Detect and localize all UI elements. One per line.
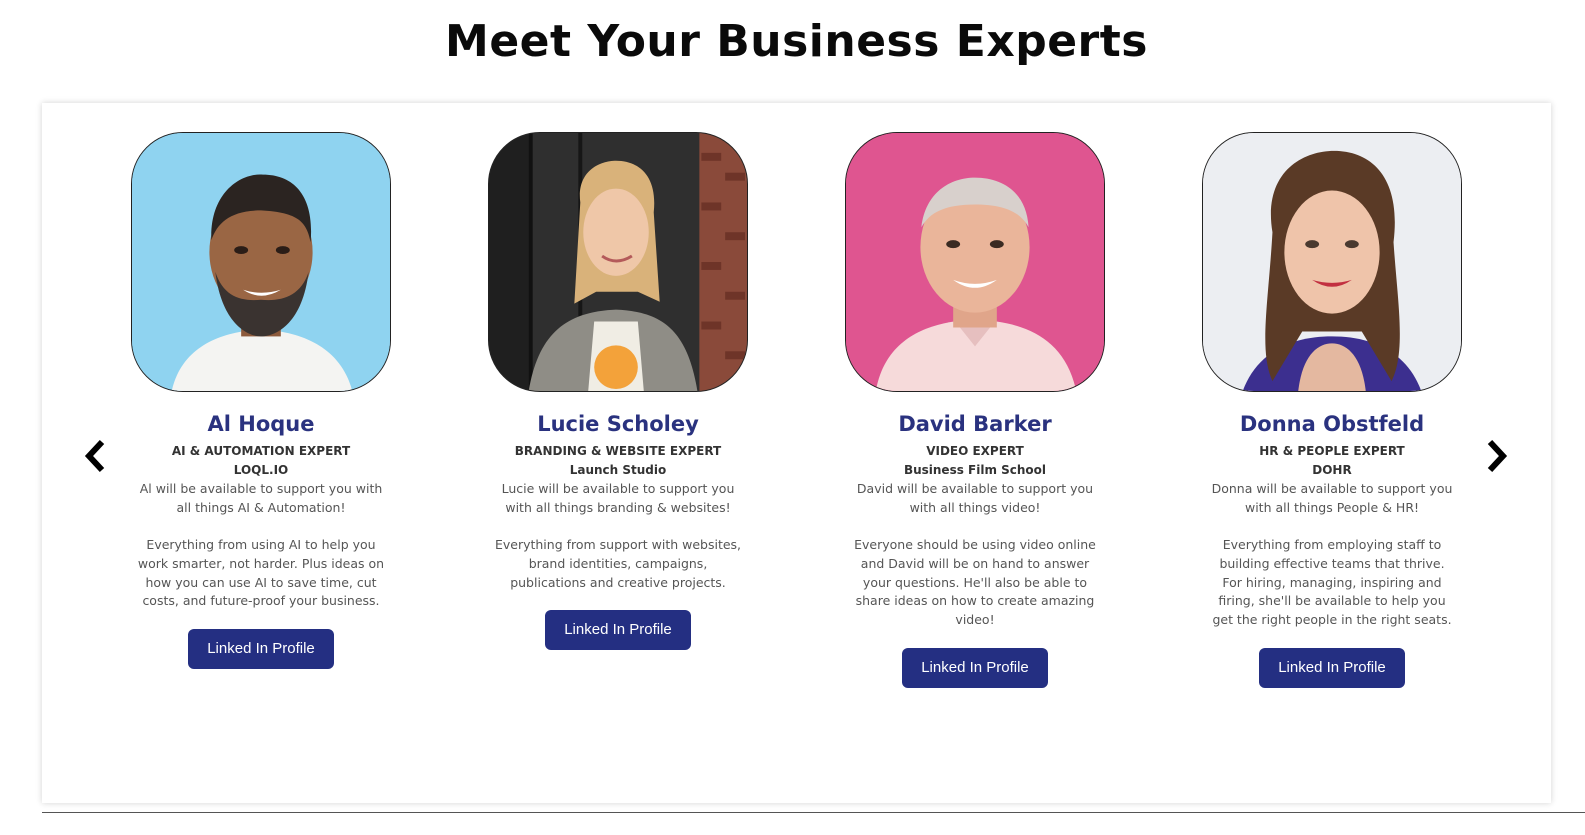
linkedin-profile-button[interactable]: Linked In Profile — [902, 647, 1048, 688]
linkedin-profile-button[interactable]: Linked In Profile — [188, 628, 334, 669]
portrait-image — [132, 133, 390, 391]
expert-role: AI & AUTOMATION EXPERT — [171, 444, 351, 458]
expert-photo — [1202, 132, 1462, 392]
expert-intro: Donna will be available to support you w… — [1211, 481, 1453, 515]
expert-intro: Al will be available to support you with… — [139, 481, 383, 515]
expert-name: Lucie Scholey — [537, 412, 699, 436]
carousel-prev-button[interactable] — [78, 436, 112, 476]
expert-description: Lucie will be available to support you w… — [494, 480, 742, 592]
portrait-image — [1203, 133, 1461, 391]
portrait-image — [489, 133, 747, 391]
expert-card-al-hoque: Al Hoque AI & AUTOMATION EXPERT LOQL.IO … — [111, 132, 411, 669]
expert-company: Business Film School — [903, 463, 1047, 477]
expert-description: Al will be available to support you with… — [137, 480, 385, 611]
linkedin-profile-button[interactable]: Linked In Profile — [545, 610, 691, 651]
expert-card-david-barker: David Barker VIDEO EXPERT Business Film … — [825, 132, 1125, 688]
expert-intro: Lucie will be available to support you w… — [501, 481, 735, 515]
expert-company: Launch Studio — [569, 463, 667, 477]
expert-name: Al Hoque — [207, 412, 315, 436]
chevron-right-icon — [1487, 439, 1508, 473]
experts-carousel: Al Hoque AI & AUTOMATION EXPERT LOQL.IO … — [42, 103, 1551, 803]
expert-role: BRANDING & WEBSITE EXPERT — [514, 444, 722, 458]
expert-company: DOHR — [1312, 463, 1352, 477]
expert-role: VIDEO EXPERT — [926, 444, 1024, 458]
expert-name: David Barker — [898, 412, 1052, 436]
linkedin-profile-button[interactable]: Linked In Profile — [1259, 647, 1405, 688]
expert-photo — [131, 132, 391, 392]
expert-description: David will be available to support you w… — [851, 480, 1099, 630]
expert-description: Donna will be available to support you w… — [1208, 480, 1456, 630]
expert-intro: David will be available to support you w… — [856, 481, 1094, 515]
expert-card-lucie-scholey: Lucie Scholey BRANDING & WEBSITE EXPERT … — [468, 132, 768, 651]
portrait-image — [846, 133, 1104, 391]
expert-role: HR & PEOPLE EXPERT — [1259, 444, 1405, 458]
expert-details: Everything from employing staff to build… — [1212, 537, 1452, 627]
expert-details: Everything from support with websites, b… — [494, 537, 742, 590]
expert-details: Everyone should be using video online an… — [854, 537, 1096, 627]
chevron-left-icon — [84, 439, 105, 473]
expert-company: LOQL.IO — [233, 463, 289, 477]
expert-details: Everything from using AI to help you wor… — [137, 537, 385, 609]
page-title: Meet Your Business Experts — [445, 16, 1148, 67]
expert-card-donna-obstfeld: Donna Obstfeld HR & PEOPLE EXPERT DOHR D… — [1182, 132, 1482, 688]
section-divider — [42, 812, 1585, 813]
expert-name: Donna Obstfeld — [1239, 412, 1425, 436]
expert-photo — [488, 132, 748, 392]
expert-photo — [845, 132, 1105, 392]
carousel-next-button[interactable] — [1480, 436, 1514, 476]
